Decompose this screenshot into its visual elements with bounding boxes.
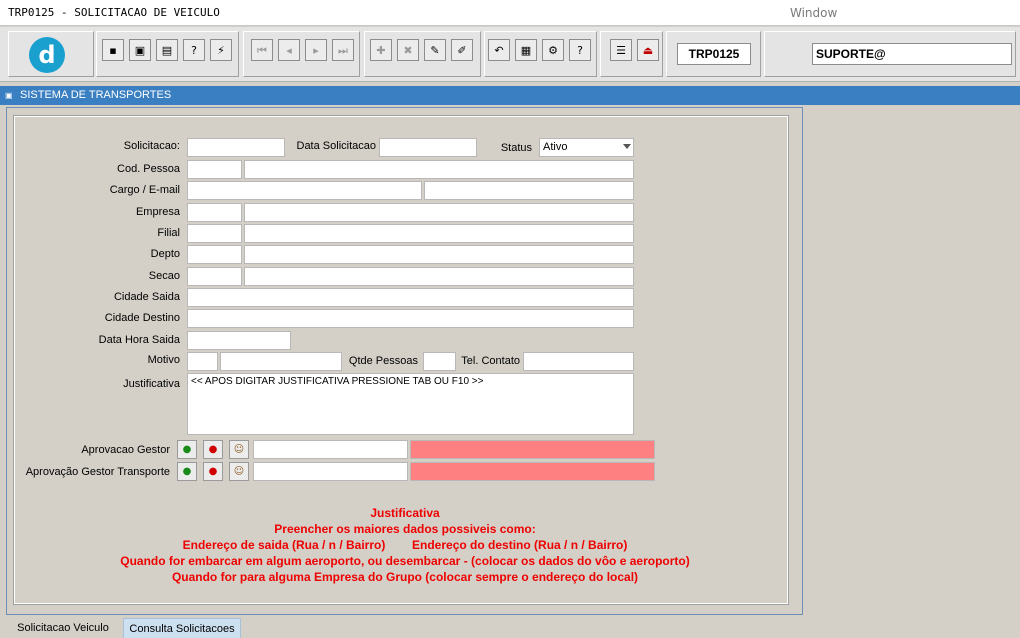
chevron-down-icon [623, 144, 631, 149]
query-icon[interactable]: ? [183, 39, 205, 61]
window-title: TRP0125 - SOLICITACAO DE VEICULO [8, 6, 220, 19]
motivo-code-input[interactable] [187, 352, 218, 371]
window-icon[interactable]: ▣ [129, 39, 151, 61]
label-status: Status [500, 142, 532, 154]
label-data-hora-saida: Data Hora Saida [98, 334, 180, 346]
label-cidade-saida: Cidade Saida [113, 291, 180, 303]
label-empresa: Empresa [135, 206, 180, 218]
menu-icon[interactable]: ☰ [610, 39, 632, 61]
filial-code-input[interactable] [187, 224, 242, 243]
empresa-code-input[interactable] [187, 203, 242, 222]
label-depto: Depto [150, 248, 180, 260]
title-bar: TRP0125 - SOLICITACAO DE VEICULO Window [0, 0, 1020, 26]
clear-icon[interactable]: ✐ [451, 39, 473, 61]
user-icon[interactable]: ☺ [229, 462, 249, 481]
tab-solicitacao-veiculo[interactable]: Solicitacao Veiculo [6, 618, 120, 638]
nome-pessoa-input[interactable] [244, 160, 634, 179]
toolbar: d ▪ ▣ ▤ ? ⚡ ⏮ ◂ ▸ ⏭ ✚ ✖ ✎ ✐ ↶ ▦ ⚙ ? ☰ ⏏ … [0, 27, 1020, 82]
label-qtde-pessoas: Qtde Pessoas [348, 355, 418, 367]
email-input[interactable] [424, 181, 634, 200]
clipboard-icon[interactable]: ▦ [515, 39, 537, 61]
motivo-desc-input[interactable] [220, 352, 342, 371]
user-name: SUPORTE@ [812, 43, 1012, 65]
note-line: Endereço de saida (Rua / n / Bairro) End… [182, 538, 628, 552]
insert-record-icon[interactable]: ✚ [370, 39, 392, 61]
cargo-input[interactable] [187, 181, 422, 200]
aprovacao-transporte-status [410, 462, 655, 481]
print-icon[interactable]: ▤ [156, 39, 178, 61]
note-line: Quando for para alguma Empresa do Grupo … [171, 570, 639, 584]
previous-record-icon[interactable]: ◂ [278, 39, 300, 61]
label-tel-contato: Tel. Contato [461, 355, 520, 367]
label-solicitacao: Solicitacao: [123, 140, 180, 152]
system-icon: ▣ [5, 91, 13, 100]
filial-name-input[interactable] [244, 224, 634, 243]
label-cod-pessoa: Cod. Pessoa [117, 163, 180, 175]
secao-code-input[interactable] [187, 267, 242, 286]
undo-icon[interactable]: ↶ [488, 39, 510, 61]
label-data-solicitacao: Data Solicitacao [296, 140, 377, 152]
label-aprovacao-gestor-transporte: Aprovação Gestor Transporte [25, 466, 170, 478]
aprovacao-gestor-status [410, 440, 655, 459]
form-code: TRP0125 [677, 43, 751, 65]
status-select[interactable]: Ativo [539, 138, 634, 157]
qtde-pessoas-input[interactable] [423, 352, 456, 371]
label-cidade-destino: Cidade Destino [104, 312, 180, 324]
justificativa-textarea[interactable]: << APOS DIGITAR JUSTIFICATIVA PRESSIONE … [187, 373, 634, 435]
data-solicitacao-input[interactable] [379, 138, 477, 157]
help-icon[interactable]: ? [569, 39, 591, 61]
delete-record-icon[interactable]: ✖ [397, 39, 419, 61]
aprovacao-transporte-input[interactable] [253, 462, 408, 481]
execute-query-icon[interactable]: ⚡ [210, 39, 232, 61]
tools-icon[interactable]: ⚙ [542, 39, 564, 61]
data-hora-saida-input[interactable] [187, 331, 291, 350]
cidade-saida-input[interactable] [187, 288, 634, 307]
approve-icon[interactable]: ● [177, 462, 197, 481]
exit-icon[interactable]: ⏏ [637, 39, 659, 61]
status-value: Ativo [543, 141, 568, 153]
note-line: Quando for embarcar em algum aeroporto, … [120, 554, 690, 568]
approve-icon[interactable]: ● [177, 440, 197, 459]
label-secao: Secao [148, 270, 180, 282]
reject-icon[interactable]: ● [203, 440, 223, 459]
label-cargo-email: Cargo / E-mail [109, 184, 180, 196]
label-aprovacao-gestor: Aprovacao Gestor [81, 444, 170, 456]
save-icon[interactable]: ▪ [102, 39, 124, 61]
depto-code-input[interactable] [187, 245, 242, 264]
aprovacao-gestor-input[interactable] [253, 440, 408, 459]
tab-consulta-solicitacoes[interactable]: Consulta Solicitacoes [123, 618, 241, 638]
note-line: Justificativa [370, 506, 440, 520]
cod-pessoa-input[interactable] [187, 160, 242, 179]
next-record-icon[interactable]: ▸ [305, 39, 327, 61]
user-icon[interactable]: ☺ [229, 440, 249, 459]
empresa-name-input[interactable] [244, 203, 634, 222]
depto-name-input[interactable] [244, 245, 634, 264]
secao-name-input[interactable] [244, 267, 634, 286]
system-bar: ▣ SISTEMA DE TRANSPORTES [0, 86, 1020, 105]
edit-record-icon[interactable]: ✎ [424, 39, 446, 61]
tel-contato-input[interactable] [523, 352, 634, 371]
label-filial: Filial [157, 227, 180, 239]
solicitacao-input[interactable] [187, 138, 285, 157]
last-record-icon[interactable]: ⏭ [332, 39, 354, 61]
instructions-notes: Justificativa Preencher os maiores dados… [20, 505, 790, 585]
menu-window[interactable]: Window [790, 6, 837, 20]
note-line: Preencher os maiores dados possiveis com… [274, 522, 536, 536]
system-title: SISTEMA DE TRANSPORTES [20, 89, 172, 101]
label-justificativa: Justificativa [123, 378, 180, 390]
first-record-icon[interactable]: ⏮ [251, 39, 273, 61]
cidade-destino-input[interactable] [187, 309, 634, 328]
label-motivo: Motivo [147, 354, 180, 366]
reject-icon[interactable]: ● [203, 462, 223, 481]
app-logo: d [29, 37, 65, 73]
